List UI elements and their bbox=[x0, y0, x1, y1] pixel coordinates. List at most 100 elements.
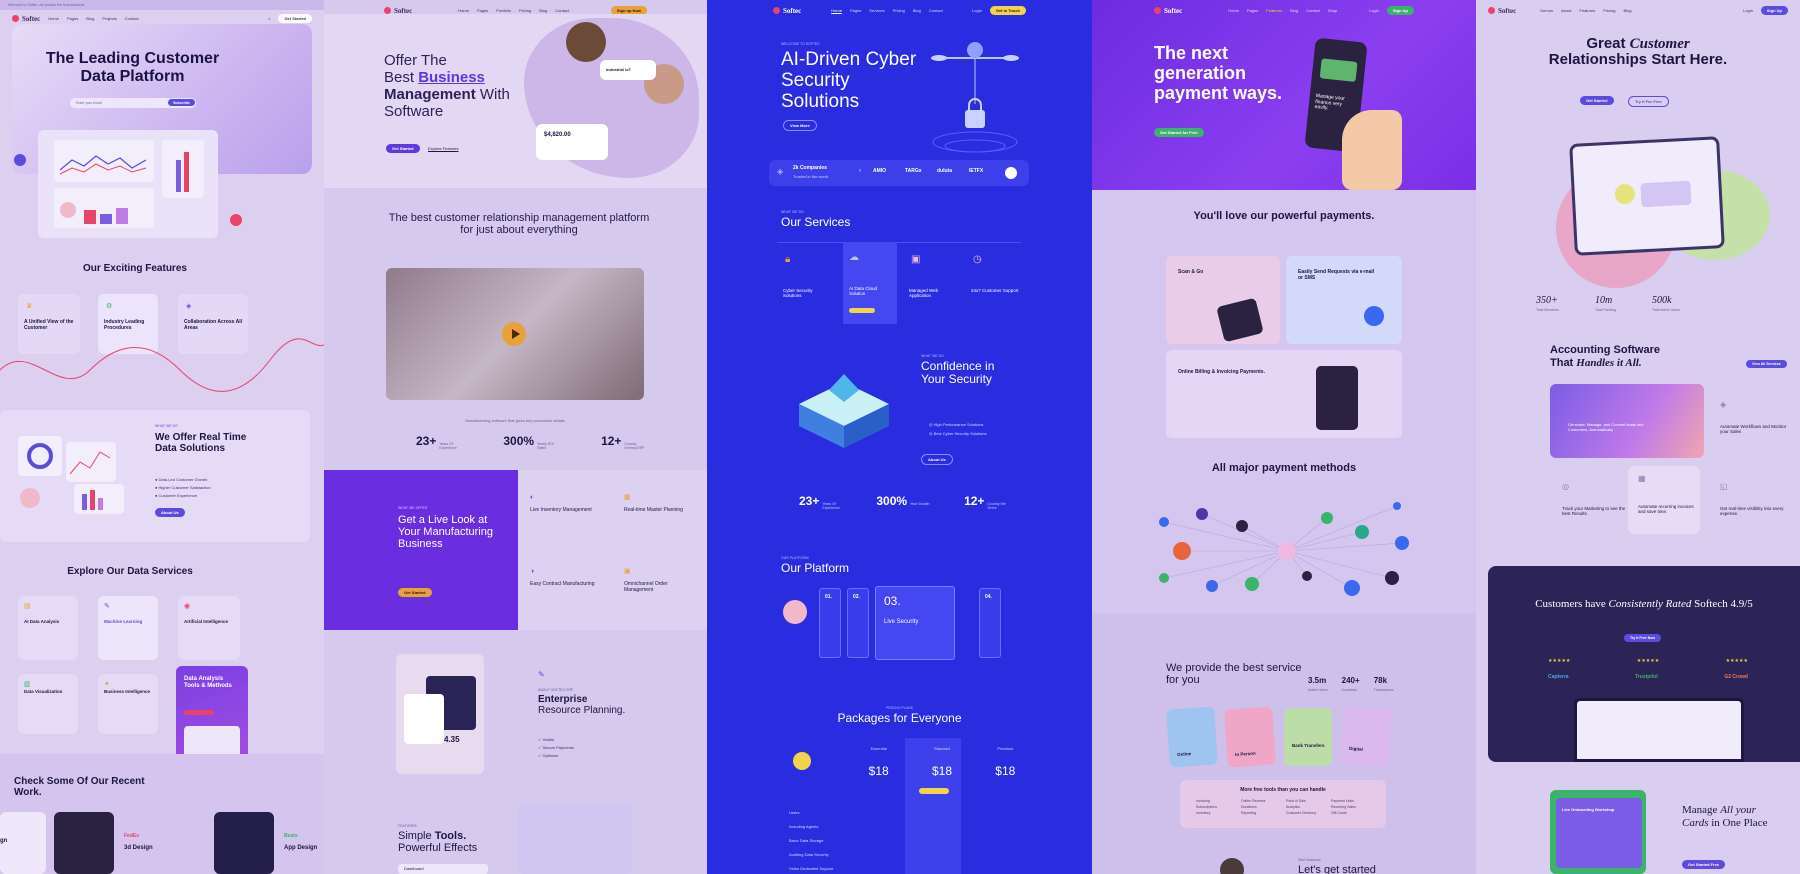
logo[interactable]: Softec bbox=[1154, 7, 1182, 15]
accounting-card[interactable]: Generate, Manage, and Convert leads into… bbox=[1550, 384, 1704, 458]
video-thumbnail[interactable] bbox=[386, 268, 644, 400]
work-card[interactable]: gn bbox=[0, 812, 46, 874]
table-row: Basic Data Storage bbox=[789, 838, 824, 843]
data-illustration bbox=[18, 436, 124, 514]
nav-contact[interactable]: Contact bbox=[125, 16, 139, 21]
nav-pricing[interactable]: Pricing bbox=[893, 8, 905, 13]
about-us-button[interactable]: About Us bbox=[921, 454, 953, 465]
nav-pages[interactable]: Pages bbox=[67, 16, 78, 21]
nav-home[interactable]: Home bbox=[1228, 8, 1239, 13]
service-card[interactable]: ✎ Machine Learning bbox=[98, 596, 158, 660]
platform-step[interactable]: 02. bbox=[847, 588, 869, 658]
method-card[interactable]: In Person bbox=[1224, 706, 1276, 768]
subscribe-button[interactable]: Subscribe bbox=[168, 99, 195, 106]
work-item[interactable]: FedEx 3d Design bbox=[124, 824, 153, 852]
service-card[interactable]: ◷ 24x7 Customer Support bbox=[967, 244, 1021, 324]
platform-step[interactable]: 01. bbox=[819, 588, 841, 658]
get-in-touch-button[interactable]: Get in Touch bbox=[989, 6, 1026, 15]
platform-step-active[interactable]: 03. Live Security bbox=[875, 586, 955, 660]
nav-contact[interactable]: Contact bbox=[929, 8, 943, 13]
logo[interactable]: Softec bbox=[773, 7, 801, 15]
nav-pricing[interactable]: Pricing bbox=[519, 8, 531, 13]
search-icon[interactable]: ⌕ bbox=[268, 16, 270, 21]
hero-title: Offer The Best Business Management With … bbox=[384, 52, 510, 120]
hero-title: The Leading Customer Data Platform bbox=[45, 50, 220, 85]
nav-features[interactable]: Features bbox=[1266, 8, 1282, 13]
nav-portfolio[interactable]: Portfolio bbox=[496, 8, 511, 13]
tools-card-button[interactable] bbox=[184, 710, 214, 715]
chart-icon: ◱ bbox=[1720, 482, 1728, 491]
nav-about[interactable]: About bbox=[1561, 8, 1571, 13]
service-card[interactable]: ✦ Business Intelligence bbox=[98, 674, 158, 734]
tools-card[interactable]: Data Analysis Tools & Methods bbox=[176, 666, 248, 766]
nav-blog[interactable]: Blog bbox=[913, 8, 921, 13]
sign-up-button[interactable]: Sign Up bbox=[1760, 6, 1788, 15]
get-started-free-button[interactable]: Get Started Free bbox=[1682, 860, 1726, 869]
chevron-right-icon[interactable] bbox=[1005, 167, 1017, 179]
method-card[interactable]: Bank Transfers bbox=[1284, 708, 1332, 766]
work-item[interactable]: Beats App Design bbox=[284, 824, 317, 852]
ai-icon: ◉ bbox=[184, 603, 191, 610]
feature-card[interactable]: Easily Send Requests via e-mail or SMS bbox=[1286, 256, 1402, 344]
about-us-button[interactable]: About Us bbox=[155, 508, 185, 517]
email-input[interactable]: Enter your email Subscribe bbox=[70, 98, 196, 108]
get-started-button[interactable]: Get Started bbox=[386, 144, 420, 153]
service-card[interactable]: 🔒︎ Cyber Security Solutions bbox=[779, 244, 833, 324]
price: $18 bbox=[868, 764, 889, 778]
nav-blog[interactable]: Blog bbox=[1290, 8, 1298, 13]
view-more-button[interactable]: View More bbox=[783, 120, 817, 131]
nav-pricing[interactable]: Pricing bbox=[1603, 8, 1615, 13]
nav-contact[interactable]: Contact bbox=[555, 8, 569, 13]
explore-features-link[interactable]: Explore Features bbox=[428, 146, 458, 151]
nav-pages[interactable]: Pages bbox=[1247, 8, 1258, 13]
choose-plan-button[interactable] bbox=[919, 788, 949, 794]
service-card[interactable]: ▣ Managed Web Application bbox=[905, 244, 959, 324]
nav-blog[interactable]: Blog bbox=[539, 8, 547, 13]
service-card-active[interactable]: ☁ AI Data Cloud Solution bbox=[843, 242, 897, 324]
nav-demos[interactable]: Demos bbox=[1540, 8, 1553, 13]
login-link[interactable]: Login bbox=[972, 8, 982, 13]
platform-step[interactable]: 04. bbox=[979, 588, 1001, 658]
try-free-now-button[interactable]: Try It Free Now bbox=[1624, 634, 1662, 642]
chevron-left-icon[interactable]: ‹ bbox=[859, 168, 861, 174]
nav-blog[interactable]: Blog bbox=[86, 16, 94, 21]
method-card[interactable]: Online bbox=[1166, 706, 1218, 768]
read-more-button[interactable] bbox=[849, 308, 875, 313]
get-started-button[interactable]: Get Started bbox=[1580, 96, 1614, 105]
tile[interactable]: ◐ Live Inventory Management bbox=[530, 486, 600, 514]
nav-contact[interactable]: Contact bbox=[1306, 8, 1320, 13]
workshop-card[interactable]: Live Onboarding Workshop bbox=[1550, 790, 1646, 874]
nav-home[interactable]: Home bbox=[48, 16, 59, 21]
service-card[interactable]: ◉ Artificial Intelligence bbox=[178, 596, 240, 660]
try-free-button[interactable]: Try It For Free bbox=[1628, 96, 1669, 107]
feature-card[interactable]: ▦ Automate recurring invoices and save ti… bbox=[1628, 466, 1700, 534]
login-link[interactable]: Login bbox=[1743, 8, 1753, 13]
logo[interactable]: Softec bbox=[1488, 7, 1516, 15]
nav-pages[interactable]: Pages bbox=[850, 8, 861, 13]
nav-services[interactable]: Services bbox=[869, 8, 884, 13]
nav-home[interactable]: Home bbox=[458, 8, 469, 13]
nav-pages[interactable]: Pages bbox=[477, 8, 488, 13]
live-look-button[interactable]: Get Started bbox=[398, 588, 432, 597]
nav-blog[interactable]: Blog bbox=[1623, 8, 1631, 13]
get-started-button[interactable]: Get Started bbox=[278, 14, 312, 23]
tile[interactable]: ▦ Real-time Master Planning bbox=[624, 486, 694, 514]
nav-home[interactable]: Home bbox=[831, 8, 842, 13]
method-card[interactable]: Digital bbox=[1340, 706, 1392, 768]
nav-shop[interactable]: Shop bbox=[1328, 8, 1337, 13]
view-all-services-button[interactable]: View All Services bbox=[1746, 360, 1787, 368]
service-card[interactable]: ▥ Data Visualization bbox=[18, 674, 78, 734]
tile[interactable]: ▣ Omnichannel Order Management bbox=[624, 560, 694, 593]
login-link[interactable]: Login bbox=[1369, 8, 1379, 13]
nav-features[interactable]: Features bbox=[1579, 8, 1595, 13]
logo[interactable]: Softec bbox=[12, 15, 40, 23]
tile[interactable]: ◑ Easy Contract Manufacturing bbox=[530, 560, 600, 588]
feature-card-wide[interactable]: Online Billing & Invoicing Payments. bbox=[1166, 350, 1402, 438]
service-card[interactable]: ▤ AI Data Analysis bbox=[18, 596, 78, 660]
nav-projects[interactable]: Projects bbox=[102, 16, 116, 21]
get-started-button[interactable]: Get Started for Free bbox=[1154, 128, 1204, 137]
sign-up-button[interactable]: Sign Up bbox=[1386, 6, 1414, 15]
feature-card[interactable]: Scan & Go bbox=[1166, 256, 1280, 344]
stats-row: 3.5m Active Users 240+ Countries 78k Transa… bbox=[1308, 670, 1394, 692]
dashboard-tab[interactable]: Dashboard bbox=[398, 864, 488, 874]
